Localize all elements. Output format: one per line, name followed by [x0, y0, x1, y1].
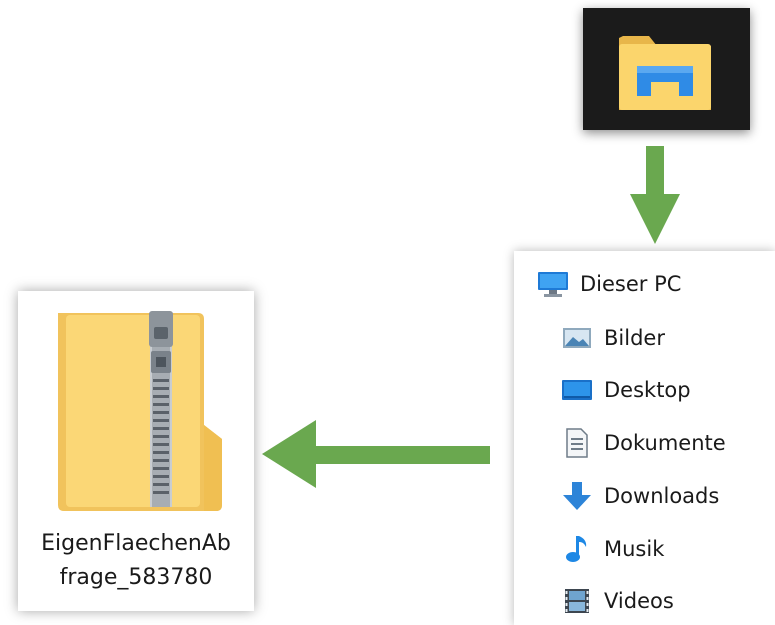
nav-item-desktop[interactable]: Desktop	[560, 373, 691, 407]
videos-icon	[560, 585, 594, 617]
file-explorer-icon	[619, 36, 711, 110]
this-pc-icon	[536, 268, 570, 300]
nav-item-label: Dieser PC	[580, 272, 682, 296]
nav-item-musik[interactable]: Musik	[560, 532, 664, 566]
file-name-line-2: frage_583780	[59, 565, 213, 590]
documents-icon	[560, 427, 594, 459]
file-name: EigenFlaechenAb frage_583780	[18, 527, 254, 595]
nav-item-bilder[interactable]: Bilder	[560, 321, 665, 355]
nav-item-label: Musik	[604, 537, 665, 561]
pictures-icon	[560, 322, 594, 354]
navigation-pane: Dieser PC Bilder Desktop Dokumente Downl…	[514, 251, 775, 625]
file-name-line-1: EigenFlaechenAb	[41, 531, 231, 556]
nav-item-videos[interactable]: Videos	[560, 584, 674, 618]
nav-item-label: Bilder	[604, 326, 665, 350]
nav-item-dieser-pc[interactable]: Dieser PC	[536, 267, 681, 301]
nav-item-label: Videos	[604, 589, 674, 613]
nav-item-downloads[interactable]: Downloads	[560, 479, 719, 513]
nav-item-dokumente[interactable]: Dokumente	[560, 426, 726, 460]
zip-file-item[interactable]: EigenFlaechenAb frage_583780	[18, 291, 254, 611]
nav-item-label: Downloads	[604, 484, 720, 508]
desktop-icon	[560, 374, 594, 406]
zip-folder-icon	[58, 311, 222, 511]
arrow-down	[630, 146, 680, 244]
arrow-left	[262, 420, 490, 488]
downloads-icon	[560, 480, 594, 512]
file-explorer-tile[interactable]	[583, 8, 750, 130]
nav-item-label: Dokumente	[604, 431, 726, 455]
nav-item-label: Desktop	[604, 378, 691, 402]
music-icon	[560, 533, 594, 565]
